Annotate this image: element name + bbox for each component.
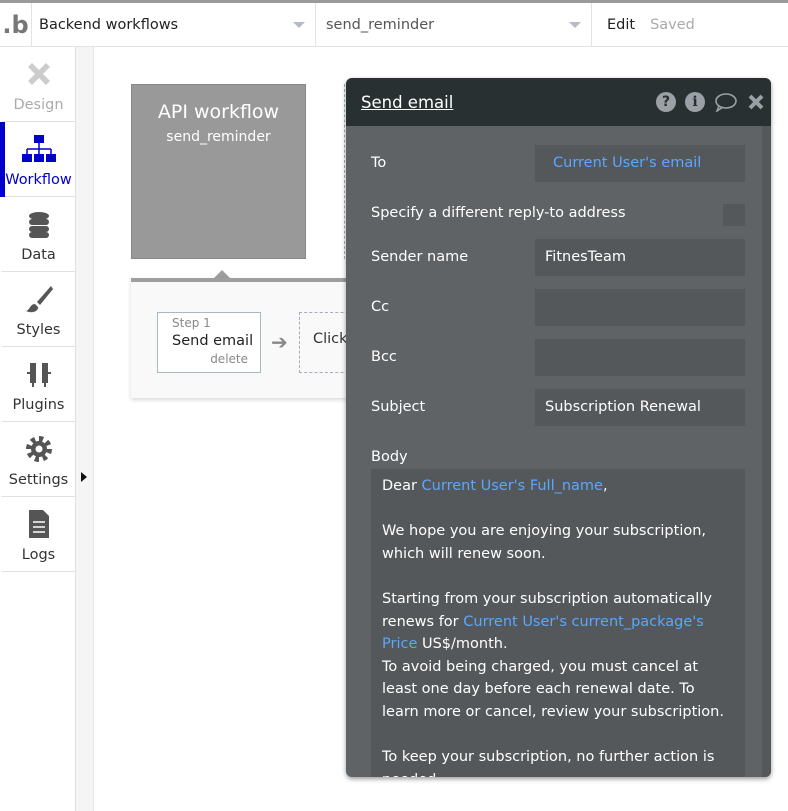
chevron-down-icon	[569, 21, 581, 28]
help-icon[interactable]: ?	[656, 92, 676, 112]
bcc-label: Bcc	[371, 349, 397, 365]
replyto-checkbox[interactable]	[723, 204, 745, 226]
replyto-label: Specify a different reply-to address	[371, 205, 626, 221]
sidebar-item-label: Styles	[16, 322, 61, 338]
steps-pointer	[214, 270, 230, 278]
sender-name-field[interactable]: FitnesTeam	[535, 239, 745, 276]
bubble-logo[interactable]: .b	[0, 2, 32, 47]
workflow-select-value: send_reminder	[326, 16, 435, 33]
comment-icon[interactable]	[714, 92, 738, 112]
sidebar-item-plugins[interactable]: Plugins	[2, 347, 75, 422]
api-workflow-title: API workflow	[157, 101, 280, 123]
edit-menu[interactable]: Edit	[592, 17, 635, 33]
send-email-panel: Send email ? i To Current User's email S…	[346, 78, 771, 777]
cc-label: Cc	[371, 299, 390, 315]
page-select-value: Backend workflows	[39, 16, 179, 33]
subject-label: Subject	[371, 399, 426, 415]
body-text: To avoid being charged, you must cancel …	[382, 658, 724, 720]
sidebar-item-logs[interactable]: Logs	[2, 497, 75, 572]
sidebar-item-workflow[interactable]: Workflow	[0, 122, 75, 197]
sidebar-item-label: Logs	[21, 547, 56, 563]
design-icon	[27, 63, 50, 85]
body-text: We hope you are enjoying your subscripti…	[382, 523, 707, 562]
document-icon	[28, 510, 49, 538]
body-text: US$/month.	[417, 636, 508, 653]
chevron-down-icon	[293, 21, 305, 28]
sidebar-item-label: Data	[21, 247, 56, 263]
panel-title[interactable]: Send email	[361, 93, 453, 112]
top-bar: .b Backend workflows send_reminder Edit …	[0, 2, 788, 47]
info-icon[interactable]: i	[685, 92, 705, 112]
sidebar-item-settings[interactable]: Settings	[2, 422, 75, 497]
page-select[interactable]: Backend workflows	[32, 2, 316, 47]
step-number: Step 1	[172, 316, 211, 330]
sidebar-item-design[interactable]: Design	[2, 47, 75, 122]
sidebar-item-label: Plugins	[12, 397, 65, 413]
brush-icon	[25, 286, 53, 313]
sidebar-item-label: Settings	[8, 472, 69, 488]
api-workflow-trigger[interactable]: API workflow send_reminder	[131, 84, 306, 259]
expand-arrow-icon[interactable]	[81, 472, 87, 482]
sidebar-item-data[interactable]: Data	[2, 197, 75, 272]
sidebar-item-label: Workflow	[5, 172, 72, 188]
sidebar-gutter	[76, 47, 94, 811]
to-label: To	[371, 155, 387, 171]
api-workflow-name: send_reminder	[166, 129, 271, 145]
bcc-field[interactable]	[535, 339, 745, 376]
database-icon	[28, 212, 49, 238]
panel-scrollbar[interactable]	[762, 126, 771, 777]
dashed-divider	[344, 84, 345, 259]
cc-field[interactable]	[535, 289, 745, 326]
arrow-right-icon: ➔	[271, 330, 288, 354]
body-label: Body	[371, 449, 408, 465]
plug-icon	[26, 363, 51, 387]
sidebar-item-styles[interactable]: Styles	[2, 272, 75, 347]
sidebar: Design Workflow Data Styles Plugins Sett…	[0, 47, 76, 811]
gear-icon	[25, 436, 52, 462]
body-text: To keep your subscription, no further ac…	[382, 749, 715, 777]
step-label: Send email	[172, 333, 254, 349]
to-field[interactable]: Current User's email	[535, 145, 745, 182]
step-1-card[interactable]: Step 1 Send email delete	[157, 312, 261, 373]
close-icon[interactable]	[747, 93, 765, 111]
dynamic-expression[interactable]: Current User's Full_name	[422, 478, 603, 494]
body-text: ,	[602, 478, 608, 494]
body-field[interactable]: Dear Current User's Full_name, We hope y…	[371, 469, 745, 777]
sidebar-item-label: Design	[13, 97, 64, 113]
delete-step-link[interactable]: delete	[210, 352, 248, 366]
workflow-select[interactable]: send_reminder	[316, 2, 592, 47]
panel-header: Send email ? i	[346, 78, 771, 126]
workflow-icon	[21, 135, 56, 162]
body-text: Dear	[382, 478, 422, 494]
subject-field[interactable]: Subscription Renewal	[535, 389, 745, 426]
sender-name-label: Sender name	[371, 249, 469, 265]
save-status: Saved	[650, 16, 695, 33]
